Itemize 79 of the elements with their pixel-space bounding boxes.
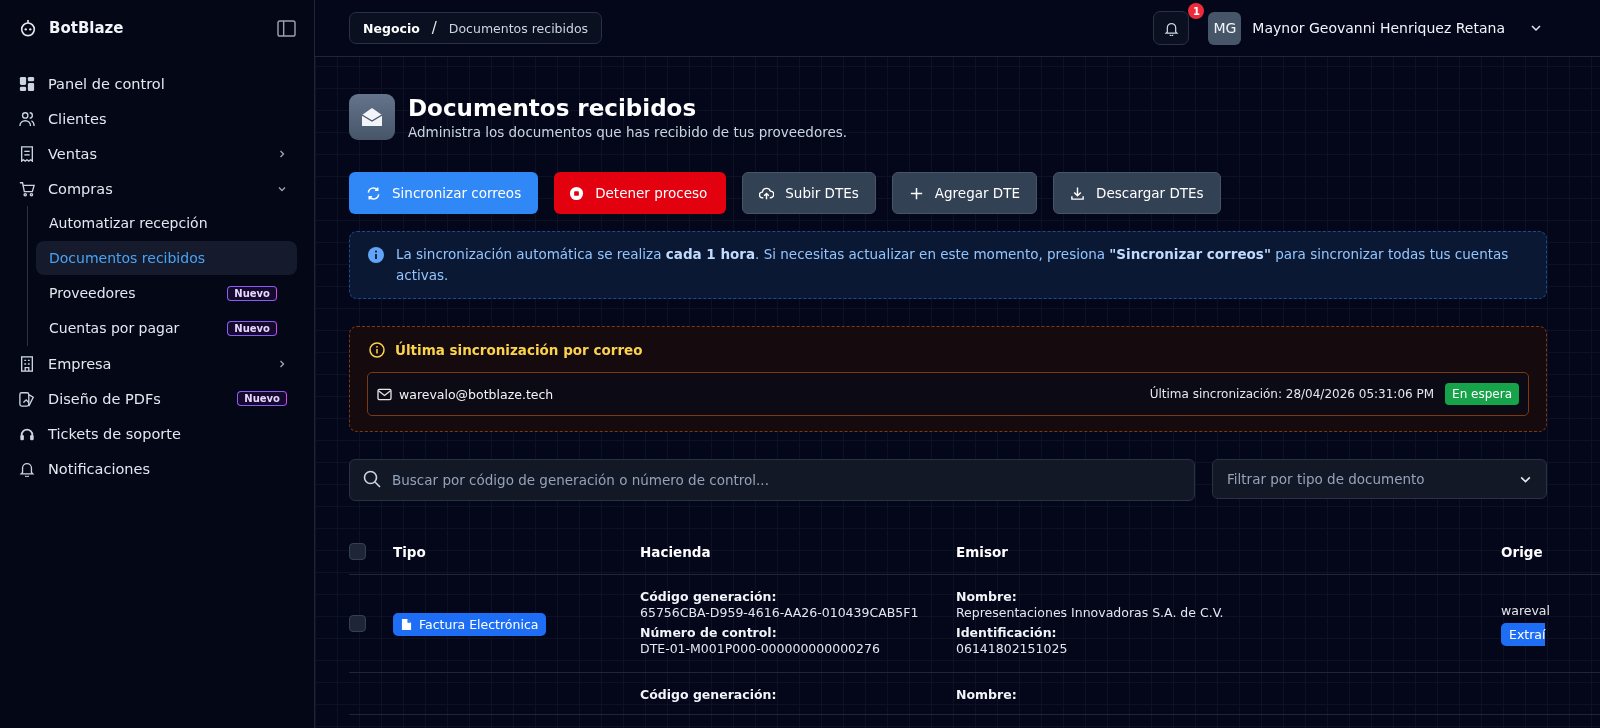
plus-icon — [908, 185, 924, 201]
chevron-down-icon[interactable] — [1530, 22, 1542, 34]
action-button[interactable]: Sincronizar correos — [349, 172, 539, 214]
new-badge: Nuevo — [227, 285, 277, 301]
document-type-badge: Factura Electrónica — [393, 613, 547, 636]
field-label: Código generación: — [640, 687, 778, 702]
nav-item[interactable]: Diseño de PDFs Nuevo — [19, 381, 297, 416]
page-subtitle: Administra los documentos que has recibido de tus proveedores. — [408, 123, 848, 140]
upload-icon — [759, 185, 775, 201]
users-icon — [19, 110, 35, 127]
mail-icon — [377, 387, 392, 401]
action-button[interactable]: Descargar DTEs — [1053, 172, 1221, 214]
user-avatar[interactable]: MG — [1208, 11, 1242, 45]
chevron-icon — [277, 148, 287, 159]
field-label: Identificación: — [956, 625, 1058, 640]
panel-title: Última sincronización por correo — [395, 342, 643, 358]
nav-subitem[interactable]: Automatizar recepción — [36, 206, 297, 240]
info-text: La sincronización automática se realiza cada 1 hora. Si necesitas actualizar en este momento, presiona "Sincronizar correos" para sincronizar todas tus cuentas activas. — [396, 245, 1510, 285]
info-icon — [369, 342, 385, 358]
breadcrumb-item: Documentos recibidos — [448, 20, 589, 36]
field-value: Representaciones Innovadoras S.A. de C.V. — [956, 605, 1225, 620]
info-icon — [368, 247, 384, 263]
download-icon — [1070, 185, 1085, 201]
stop-icon — [569, 185, 585, 201]
field-value: 06141802151025 — [956, 641, 1069, 656]
new-badge: Nuevo — [237, 391, 287, 406]
document-type-select[interactable]: Filtrar por tipo de documento — [1212, 459, 1547, 499]
document-icon — [401, 618, 412, 631]
action-button[interactable]: Subir DTEs — [742, 172, 876, 214]
grid-icon — [19, 75, 35, 92]
column-header: Orige — [1501, 543, 1544, 560]
account-email: warevalo@botblaze.tech — [399, 386, 555, 402]
bell-icon — [1163, 20, 1179, 36]
row-checkbox[interactable] — [349, 615, 366, 632]
column-header: Emisor — [956, 543, 1009, 560]
new-badge: Nuevo — [227, 320, 277, 336]
sync-icon — [366, 185, 381, 201]
nav-item[interactable]: Notificaciones — [19, 451, 297, 486]
nav-subitem[interactable]: Cuentas por pagar Nuevo — [36, 311, 297, 345]
column-header: Hacienda — [640, 543, 712, 560]
field-label: Nombre: — [956, 687, 1018, 702]
cart-icon — [19, 180, 35, 197]
sidebar-toggle-icon[interactable] — [277, 19, 296, 37]
nav-item[interactable]: Clientes — [19, 101, 297, 136]
nav-item[interactable]: Tickets de soporte — [19, 416, 297, 451]
field-label: Nombre: — [956, 589, 1018, 604]
search-field[interactable]: Buscar por código de generación o número de control... — [349, 459, 1195, 501]
breadcrumb-separator: / — [431, 19, 437, 37]
field-label: Código generación: — [640, 589, 778, 604]
nav-item[interactable]: Compras — [19, 171, 297, 206]
nav-subitem[interactable]: Proveedores Nuevo — [36, 276, 297, 310]
nav-item[interactable]: Panel de control — [19, 66, 297, 101]
nav-item[interactable]: Empresa — [19, 346, 297, 381]
robot-icon — [19, 18, 37, 38]
breadcrumb-item[interactable]: Negocio — [363, 20, 420, 36]
action-button[interactable]: Detener proceso — [554, 172, 727, 214]
search-icon — [363, 470, 381, 488]
nav-subitem[interactable]: Documentos recibidos — [36, 241, 297, 275]
action-button[interactable]: Agregar DTE — [891, 172, 1037, 214]
origin-email: wareval — [1501, 603, 1551, 618]
nav-item[interactable]: Ventas — [19, 136, 297, 171]
bell-icon — [19, 460, 35, 477]
page-title: Documentos recibidos — [408, 94, 698, 121]
brand-name: BotBlaze — [49, 19, 125, 37]
envelope-icon — [349, 94, 395, 140]
notifications-button[interactable] — [1153, 11, 1190, 45]
column-header: Tipo — [393, 543, 427, 560]
status-badge: En espera — [1445, 383, 1519, 405]
sync-time: Última sincronización: 28/04/2026 05:31:06 PM — [1149, 387, 1435, 401]
field-value: 65756CBA-D959-4616-AA26-010439CAB5F1 — [640, 605, 920, 620]
notification-count: 1 — [1188, 3, 1205, 19]
pdf-icon — [19, 390, 35, 407]
field-value: DTE-01-M001P000-000000000000276 — [640, 641, 881, 656]
user-name[interactable]: Maynor Geovanni Henriquez Retana — [1252, 20, 1505, 36]
receipt-icon — [19, 145, 35, 162]
field-label: Número de control: — [640, 625, 778, 640]
select-all-checkbox[interactable] — [349, 543, 366, 560]
building-icon — [19, 355, 35, 372]
chevron-icon — [277, 358, 287, 369]
